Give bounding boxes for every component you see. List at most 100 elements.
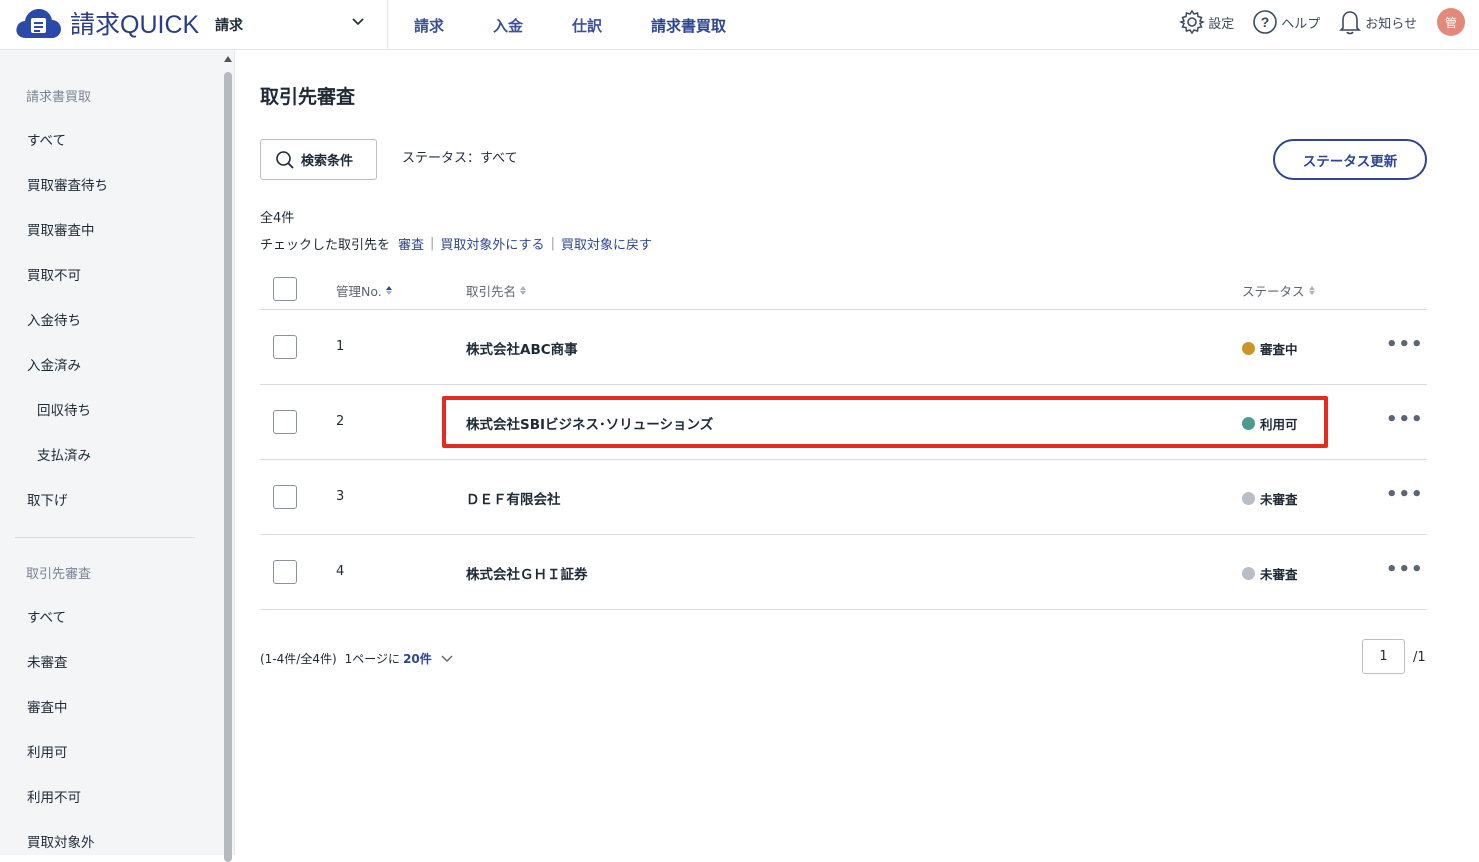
sidebar-item-paid[interactable]: 入金済み [27,354,81,374]
row-no: 1 [336,339,345,354]
row-checkbox[interactable] [273,410,297,434]
status-badge: 未審査 [1242,489,1298,508]
status-badge: 未審査 [1242,564,1298,583]
row-no: 3 [336,489,345,504]
pager-info: (1-4件/全4件) 1ページに 20件 [260,650,454,667]
service-select-value: 請求 [215,18,243,34]
row-partner-name[interactable]: 株式会社SBIビジネス･ソリューションズ [466,413,713,433]
scrollbar-thumb[interactable] [224,72,232,862]
cloud-logo-icon [16,9,61,38]
bulk-exclude-link[interactable]: 買取対象外にする [440,234,544,253]
help-link[interactable]: ? ヘルプ [1252,9,1320,35]
search-icon [276,150,294,169]
column-header-name-label: 取引先名 [466,284,517,299]
more-options-icon[interactable]: ••• [1386,409,1424,430]
bulk-separator: | [550,236,555,251]
top-nav: 請求 入金 仕訳 請求書買取 [388,0,749,50]
status-filter-text: ステータス：すべて [402,151,518,166]
bulk-actions: チェックした取引先を 審査 | 買取対象外にする | 買取対象に戻す [260,234,652,253]
status-dot-icon [1242,342,1255,355]
service-select[interactable]: 請求 [200,0,388,50]
sidebar-item-unreviewed[interactable]: 未審査 [27,651,68,671]
search-conditions-button[interactable]: 検索条件 [260,139,377,180]
table-row: 3 ＤＥＦ有限会社 未審査 ••• [260,460,1427,535]
column-header-status-label: ステータス [1242,284,1305,299]
more-options-icon[interactable]: ••• [1386,334,1424,355]
select-all-checkbox[interactable] [273,277,297,301]
nav-invoice[interactable]: 請求 [414,15,444,36]
nav-journal[interactable]: 仕訳 [572,15,602,36]
result-count: 全4件 [260,211,295,226]
partner-table: 管理No. 取引先名 ステータス 1 株式会社ABC商事 審査中 ••• 2 株… [260,269,1427,610]
status-label: 未審査 [1260,567,1298,582]
status-label: 利用可 [1260,417,1298,432]
help-label: ヘルプ [1281,16,1321,32]
logo-text: 請求QUICK [70,11,200,39]
sidebar-section-partner-review: 取引先審査 [26,567,92,582]
notice-link[interactable]: お知らせ [1338,9,1417,35]
per-page-select[interactable]: 20件 [403,650,432,667]
bulk-review-link[interactable]: 審査 [398,234,424,253]
row-checkbox[interactable] [273,560,297,584]
row-no: 2 [336,414,345,429]
column-header-no[interactable]: 管理No. [336,281,392,300]
notice-label: お知らせ [1365,16,1417,32]
scroll-up-arrow-icon[interactable] [224,56,232,62]
avatar[interactable]: 管 [1437,8,1465,36]
page-number-input[interactable]: 1 [1362,639,1405,674]
settings-link[interactable]: 設定 [1179,9,1234,35]
column-header-status[interactable]: ステータス [1242,281,1315,300]
sidebar-item-payment-done[interactable]: 支払済み [37,444,91,464]
status-dot-icon [1242,492,1255,505]
sidebar-item-excluded[interactable]: 買取対象外 [27,831,95,851]
row-no: 4 [336,564,345,579]
table-header: 管理No. 取引先名 ステータス [260,269,1427,310]
nav-invoice-purchase[interactable]: 請求書買取 [651,15,726,36]
row-checkbox[interactable] [273,485,297,509]
nav-payment[interactable]: 入金 [493,15,523,36]
row-partner-name[interactable]: 株式会社ABC商事 [466,338,578,358]
column-header-name[interactable]: 取引先名 [466,281,527,300]
sidebar-section-invoice-purchase: 請求書買取 [26,90,92,105]
sidebar-item-available[interactable]: 利用可 [27,741,68,761]
sort-icon [1308,286,1315,295]
bulk-restore-link[interactable]: 買取対象に戻す [561,234,652,253]
status-badge: 審査中 [1242,339,1298,358]
status-dot-icon [1242,567,1255,580]
top-right-menu: 設定 ? ヘルプ お知らせ 管 [1161,0,1465,44]
sidebar-item-awaiting-review[interactable]: 買取審査待ち [27,174,108,194]
chevron-down-icon[interactable] [440,652,454,666]
gear-icon [1179,9,1206,35]
status-label: 未審査 [1260,492,1298,507]
sidebar-item-withdrawn[interactable]: 取下げ [27,489,68,509]
sidebar-item-all[interactable]: すべて [27,129,66,149]
sidebar-scrollbar[interactable] [221,50,235,862]
sort-icon [385,286,392,295]
sidebar-item-under-review[interactable]: 買取審査中 [27,219,95,239]
status-label: 審査中 [1260,342,1298,357]
sidebar-item-unavailable[interactable]: 利用不可 [27,786,81,806]
status-dot-icon [1242,417,1255,430]
help-icon: ? [1253,10,1278,34]
row-partner-name[interactable]: ＤＥＦ有限会社 [466,488,561,508]
more-options-icon[interactable]: ••• [1386,484,1424,505]
table-row: 2 株式会社SBIビジネス･ソリューションズ 利用可 ••• [260,385,1427,460]
sidebar-item-reviewing[interactable]: 審査中 [27,696,68,716]
sidebar-item-rejected[interactable]: 買取不可 [27,264,81,284]
sidebar-item-review-all[interactable]: すべて [27,606,66,626]
app-logo[interactable]: 請求QUICK [14,4,199,42]
sidebar-item-awaiting-payment[interactable]: 入金待ち [27,309,81,329]
row-partner-name[interactable]: 株式会社ＧＨＩ証券 [466,563,588,583]
status-update-button[interactable]: ステータス更新 [1273,139,1427,180]
bulk-prefix: チェックした取引先を [260,238,391,253]
row-checkbox[interactable] [273,335,297,359]
more-options-icon[interactable]: ••• [1386,559,1424,580]
status-badge: 利用可 [1242,414,1298,433]
sidebar-item-awaiting-collection[interactable]: 回収待ち [37,399,91,419]
column-header-no-label: 管理No. [336,284,382,299]
table-row: 4 株式会社ＧＨＩ証券 未審査 ••• [260,535,1427,610]
svg-text:?: ? [1261,14,1270,30]
search-conditions-label: 検索条件 [301,154,354,169]
bulk-separator: | [430,236,435,251]
main-content: 取引先審査 検索条件 ステータス：すべて ステータス更新 全4件 チェックした取… [236,50,1479,855]
